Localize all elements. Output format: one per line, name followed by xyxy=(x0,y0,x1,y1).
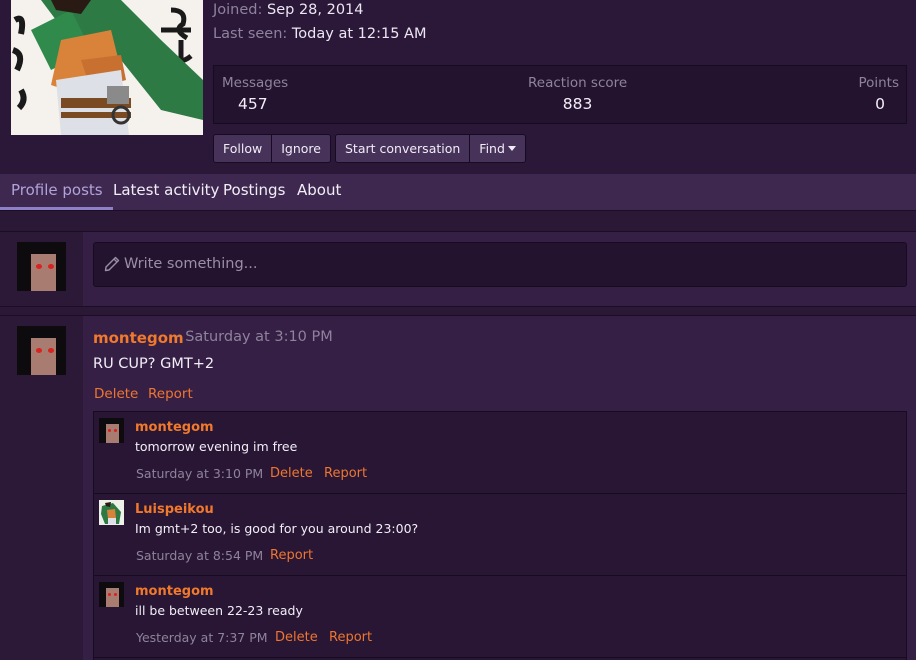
conversation-find-group: Start conversation Find xyxy=(335,134,526,163)
post-body: RU CUP? GMT+2 xyxy=(93,356,215,372)
comment-report-link[interactable]: Report xyxy=(324,466,367,481)
stat-messages-label: Messages xyxy=(222,75,289,91)
stat-reaction-label: Reaction score xyxy=(528,75,628,91)
find-button[interactable]: Find xyxy=(470,135,525,162)
comment-timestamp[interactable]: Saturday at 8:54 PM xyxy=(136,548,263,563)
comment-item: Luispeikou Im gmt+2 too, is good for you… xyxy=(94,494,906,576)
comment-body: tomorrow evening im free xyxy=(135,439,298,454)
comment-username[interactable]: montegom xyxy=(135,420,214,435)
comment-item: montegom ill be between 22-23 ready Yest… xyxy=(94,576,906,658)
stat-reaction-score[interactable]: Reaction score 883 xyxy=(528,75,627,113)
avatar[interactable] xyxy=(99,418,124,443)
joined-line: Joined: Sep 28, 2014 xyxy=(213,2,364,18)
anime-avatar-image xyxy=(99,500,124,525)
profile-stats: Messages 457 Reaction score 883 Points 0 xyxy=(213,65,907,124)
profile-post: montegom · Saturday at 3:10 PM RU CUP? G… xyxy=(0,315,916,660)
stat-points-label: Points xyxy=(858,75,899,91)
follow-ignore-group: Follow Ignore xyxy=(213,134,331,163)
comment-body: ill be between 22-23 ready xyxy=(135,603,303,618)
stat-messages-value: 457 xyxy=(238,95,268,113)
find-label: Find xyxy=(479,141,505,156)
joined-label: Joined: xyxy=(213,2,263,18)
tab-about[interactable]: About xyxy=(297,174,341,210)
profile-header: Joined: Sep 28, 2014 Last seen: Today at… xyxy=(0,0,916,174)
stat-points[interactable]: Points 0 xyxy=(858,75,899,113)
anime-character-illustration xyxy=(11,0,203,135)
comment-username[interactable]: Luispeikou xyxy=(135,502,214,517)
write-something-input[interactable]: Write something... xyxy=(93,242,907,287)
comment-timestamp[interactable]: Saturday at 3:10 PM xyxy=(136,466,263,481)
last-seen-value: Today at 12:15 AM xyxy=(291,26,427,42)
comment-item: montegom tomorrow evening im free Saturd… xyxy=(94,412,906,494)
avatar[interactable] xyxy=(17,242,66,291)
last-seen-label: Last seen: xyxy=(213,26,288,42)
follow-button[interactable]: Follow xyxy=(214,135,273,162)
profile-tabs: Profile posts Latest activity Postings A… xyxy=(0,174,916,211)
comment-list: montegom tomorrow evening im free Saturd… xyxy=(93,411,907,660)
start-conversation-button[interactable]: Start conversation xyxy=(336,135,471,162)
comment-body: Im gmt+2 too, is good for you around 23:… xyxy=(135,521,419,536)
avatar[interactable] xyxy=(17,326,66,375)
stat-reaction-value: 883 xyxy=(562,95,593,113)
tab-profile-posts[interactable]: Profile posts xyxy=(0,174,113,210)
avatar[interactable] xyxy=(99,582,124,607)
post-timestamp[interactable]: · Saturday at 3:10 PM xyxy=(176,329,333,345)
comment-timestamp[interactable]: Yesterday at 7:37 PM xyxy=(136,630,268,645)
avatar[interactable] xyxy=(99,500,124,525)
last-seen-line: Last seen: Today at 12:15 AM xyxy=(213,26,426,42)
comment-username[interactable]: montegom xyxy=(135,584,214,599)
tab-postings[interactable]: Postings xyxy=(223,174,285,210)
caret-down-icon xyxy=(507,146,516,151)
comment-report-link[interactable]: Report xyxy=(270,548,313,563)
post-username[interactable]: montegom xyxy=(93,329,184,347)
stat-points-value: 0 xyxy=(875,95,885,113)
tab-latest-activity[interactable]: Latest activity xyxy=(113,174,219,210)
comment-delete-link[interactable]: Delete xyxy=(270,466,313,481)
stat-messages[interactable]: Messages 457 xyxy=(222,75,288,113)
composer-placeholder: Write something... xyxy=(124,256,258,272)
post-gutter xyxy=(0,316,83,660)
profile-post-composer: Write something... xyxy=(0,231,916,307)
comment-delete-link[interactable]: Delete xyxy=(275,630,318,645)
post-delete-link[interactable]: Delete xyxy=(94,386,138,402)
comment-report-link[interactable]: Report xyxy=(329,630,372,645)
joined-value: Sep 28, 2014 xyxy=(267,2,364,18)
post-report-link[interactable]: Report xyxy=(148,386,193,402)
profile-avatar[interactable] xyxy=(11,0,203,135)
composer-gutter xyxy=(0,232,83,306)
pencil-icon xyxy=(104,256,120,272)
ignore-button[interactable]: Ignore xyxy=(272,135,330,162)
